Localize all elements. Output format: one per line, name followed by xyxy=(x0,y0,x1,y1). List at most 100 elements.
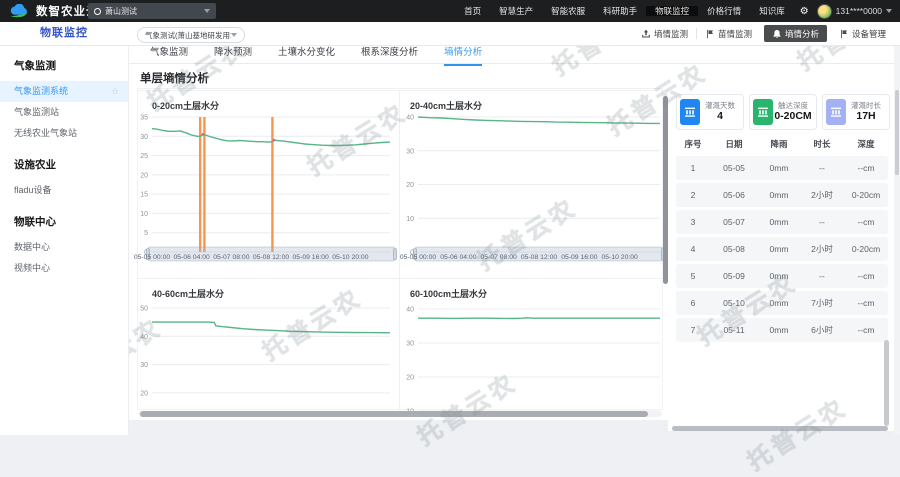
table-cell: -- xyxy=(800,217,844,227)
table-cell: -- xyxy=(800,163,844,173)
table-cell: 0-20cm xyxy=(844,244,888,254)
tab-bar: 气象监测 降水预测 土壤水分变化 根系深度分析 墒情分析 xyxy=(150,46,508,64)
table-row[interactable]: 105-050mm----cm xyxy=(676,156,888,180)
stat-value: 0-20CM xyxy=(773,111,813,123)
table-header-cell: 日期 xyxy=(710,138,758,150)
soil-moisture-chart[interactable]: 3530252015105005-05 00:0005-06 04:0005-0… xyxy=(138,90,398,278)
module-title: 物联监控 xyxy=(0,22,128,45)
svg-text:05-09 16:00: 05-09 16:00 xyxy=(293,254,330,261)
svg-text:5: 5 xyxy=(144,230,148,237)
nav-item[interactable]: 首页 xyxy=(455,6,490,16)
tab[interactable]: 墒情分析 xyxy=(444,46,482,66)
station-select[interactable]: 气象测试(萧山基地研发用地块) xyxy=(137,27,245,43)
svg-text:05-05 00:00: 05-05 00:00 xyxy=(134,254,171,261)
location-label: 萧山测试 xyxy=(105,6,204,17)
table-cell: --cm xyxy=(844,298,888,308)
table-row[interactable]: 505-090mm----cm xyxy=(676,264,888,288)
gear-icon[interactable]: ⚙ xyxy=(794,6,815,17)
username: 131****0000 xyxy=(836,6,882,16)
table-vertical-scrollbar[interactable] xyxy=(884,340,889,426)
table-cell: 2小时 xyxy=(800,243,844,255)
section-title: 单层墒情分析 xyxy=(140,70,209,86)
sub-nav-button[interactable]: 设备管理 xyxy=(831,22,894,45)
svg-text:30: 30 xyxy=(140,134,148,141)
stat-value: 4 xyxy=(700,111,740,123)
top-nav-menu: 首页智慧生产智能农服科研助手物联监控价格行情知识库 ⚙ 131****0000 xyxy=(455,0,900,22)
svg-text:05-07 08:00: 05-07 08:00 xyxy=(481,254,518,261)
svg-text:20: 20 xyxy=(140,172,148,179)
table-cell: 05-08 xyxy=(710,244,758,254)
stat-card: 触达深度 0-20CM xyxy=(749,94,817,130)
tab[interactable]: 根系深度分析 xyxy=(361,46,418,64)
sidebar-item[interactable]: 气象监测系统☆ xyxy=(0,81,128,102)
charts-vertical-scrollbar[interactable] xyxy=(663,96,668,284)
avatar[interactable] xyxy=(817,4,832,19)
sub-nav-button[interactable]: 墒情分析 xyxy=(764,25,827,42)
svg-text:30: 30 xyxy=(140,362,148,369)
table-cell: --cm xyxy=(844,325,888,335)
sidebar-item[interactable]: 数据中心 xyxy=(0,237,128,258)
svg-text:20: 20 xyxy=(140,390,148,397)
monitor-columns-icon xyxy=(684,106,696,118)
stat-value: 17H xyxy=(846,111,886,123)
nav-item[interactable]: 知识库 xyxy=(750,6,794,16)
table-row[interactable]: 205-060mm2小时0-20cm xyxy=(676,183,888,207)
svg-text:05-06 04:00: 05-06 04:00 xyxy=(174,254,211,261)
svg-text:50: 50 xyxy=(140,306,148,313)
tab[interactable]: 降水预测 xyxy=(214,46,252,64)
stat-icon xyxy=(680,99,700,125)
svg-text:40: 40 xyxy=(140,334,148,341)
nav-item[interactable]: 智慧生产 xyxy=(490,6,542,16)
sub-nav-button[interactable]: 苗情监测 xyxy=(697,22,760,45)
stat-card: 灌溉天数 4 xyxy=(676,94,744,130)
sidebar-item[interactable]: fladu设备 xyxy=(0,180,128,201)
stat-icon xyxy=(826,99,846,125)
upload-icon xyxy=(641,29,651,39)
charts-horizontal-scrollbar[interactable] xyxy=(138,411,662,417)
sidebar-item[interactable]: 气象监测站 xyxy=(0,102,128,123)
page-vertical-scrollbar[interactable] xyxy=(894,45,900,435)
table-cell: 0mm xyxy=(758,325,800,335)
flag-icon xyxy=(839,29,849,39)
table-header-cell: 时长 xyxy=(800,138,844,150)
chart-title: 60-100cm土层水分 xyxy=(410,287,487,300)
table-row[interactable]: 405-080mm2小时0-20cm xyxy=(676,237,888,261)
sidebar-item[interactable]: 无线农业气象站 xyxy=(0,123,128,144)
table-row[interactable]: 705-110mm6小时--cm xyxy=(676,318,888,342)
svg-text:10: 10 xyxy=(406,216,414,223)
soil-moisture-chart[interactable]: 40302010005-05 00:0005-06 04:0005-07 08:… xyxy=(400,90,662,278)
chevron-down-icon xyxy=(204,9,210,13)
tab[interactable]: 土壤水分变化 xyxy=(278,46,335,64)
table-row[interactable]: 605-100mm7小时--cm xyxy=(676,291,888,315)
location-pin-icon xyxy=(94,8,101,15)
table-cell: -- xyxy=(800,271,844,281)
svg-text:25: 25 xyxy=(140,153,148,160)
nav-item[interactable]: 物联监控 xyxy=(646,6,698,16)
sub-nav-button[interactable]: 墒情监测 xyxy=(633,22,696,45)
nav-item[interactable]: 科研助手 xyxy=(594,6,646,16)
table-cell: 0mm xyxy=(758,217,800,227)
sidebar-item[interactable]: 视频中心 xyxy=(0,258,128,279)
star-icon[interactable]: ☆ xyxy=(111,81,119,102)
table-cell: 05-10 xyxy=(710,298,758,308)
location-select[interactable]: 萧山测试 xyxy=(88,3,216,19)
table-cell: 0mm xyxy=(758,244,800,254)
table-cell: 7小时 xyxy=(800,297,844,309)
panel-horizontal-scrollbar[interactable] xyxy=(672,426,888,431)
table-cell: 6 xyxy=(676,298,710,308)
table-cell: 05-07 xyxy=(710,217,758,227)
svg-text:30: 30 xyxy=(406,341,414,348)
tab[interactable]: 气象监测 xyxy=(150,46,188,64)
table-cell: 0mm xyxy=(758,190,800,200)
table-cell: --cm xyxy=(844,271,888,281)
svg-text:05-09 16:00: 05-09 16:00 xyxy=(561,254,598,261)
table-row[interactable]: 305-070mm----cm xyxy=(676,210,888,234)
svg-text:05-07 08:00: 05-07 08:00 xyxy=(213,254,250,261)
charts-grid-horizontal-divider xyxy=(138,278,662,279)
stat-cards: 灌溉天数 4 触达深度 0-20CM 灌溉时长 17H xyxy=(676,94,890,130)
nav-item[interactable]: 价格行情 xyxy=(698,6,750,16)
svg-text:20: 20 xyxy=(406,375,414,382)
nav-item[interactable]: 智能农服 xyxy=(542,6,594,16)
section-divider xyxy=(137,88,663,89)
chevron-down-icon[interactable] xyxy=(886,9,892,13)
